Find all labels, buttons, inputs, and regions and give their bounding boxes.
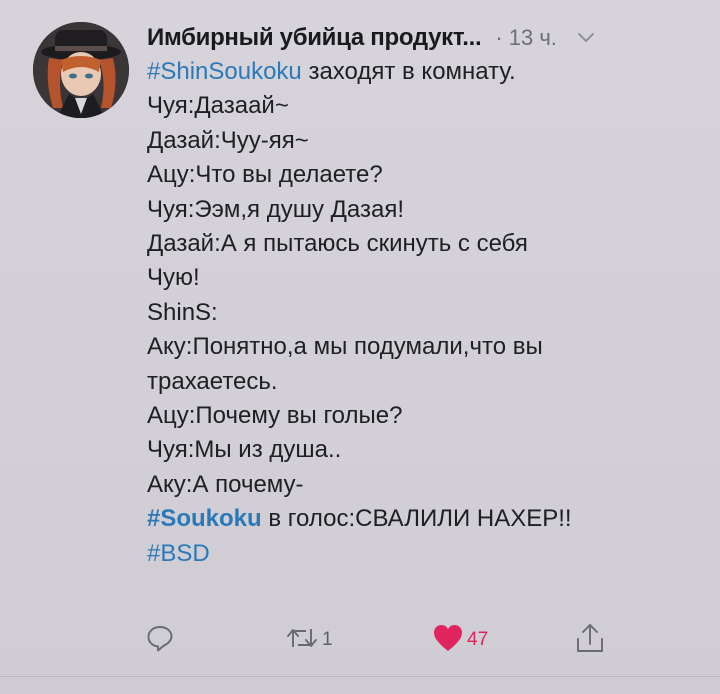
tweet[interactable]: Имбирный убийца продукт... · 13 ч. #Shin… [0,0,720,694]
hashtag-link[interactable]: #ShinSoukoku [147,58,302,85]
retweet-button[interactable]: 1 [285,620,333,660]
share-icon [575,622,605,659]
text-line: Чуя:Ээм,я душу Дазая! [147,195,404,223]
like-count: 47 [467,629,489,650]
text-line: Ацу:Что вы делаете? [147,161,383,189]
text-line: Ацу:Почему вы голые? [147,402,403,430]
tweet-time[interactable]: · 13 ч. [495,25,557,51]
text-line: Чуя:Мы из душа.. [147,436,342,464]
heart-icon [432,623,464,658]
avatar[interactable] [33,22,129,118]
retweet-count: 1 [322,629,333,650]
like-button[interactable]: 47 [432,620,488,660]
text-line: Чую! [147,264,200,292]
text-line: трахаетесь. [147,367,278,395]
text-line: Дазай:Чуу-яя~ [147,126,309,154]
text-line: Аку:Понятно,а мы подумали,что вы [147,333,543,361]
reply-button[interactable] [145,620,175,660]
text-line: Дазай:А я пытаюсь скинуть с себя [147,230,528,258]
tweet-text: #ShinSoukoku заходят в комнату. Чуя:Даза… [147,55,697,571]
text-line: Чуя:Дазаай~ [147,92,289,120]
hashtag-link[interactable]: #BSD [147,540,210,567]
tweet-actions: 1 47 [145,620,615,660]
text-line: #ShinSoukoku заходят в комнату. [147,58,516,85]
hashtag-link[interactable]: #Soukoku [147,505,262,532]
text-line: #BSD [147,537,697,571]
chevron-down-icon[interactable] [575,27,597,49]
text-line: Аку:А почему- [147,470,304,498]
text-line: #Soukoku в голос:СВАЛИЛИ НАХЕР!! [147,505,572,533]
reply-icon [145,623,175,658]
tweet-header: Имбирный убийца продукт... · 13 ч. [147,18,707,58]
text-line: ShinS: [147,298,218,326]
author-name[interactable]: Имбирный убийца продукт... [147,24,482,52]
retweet-icon [285,623,319,658]
share-button[interactable] [575,620,605,660]
divider [0,676,720,677]
